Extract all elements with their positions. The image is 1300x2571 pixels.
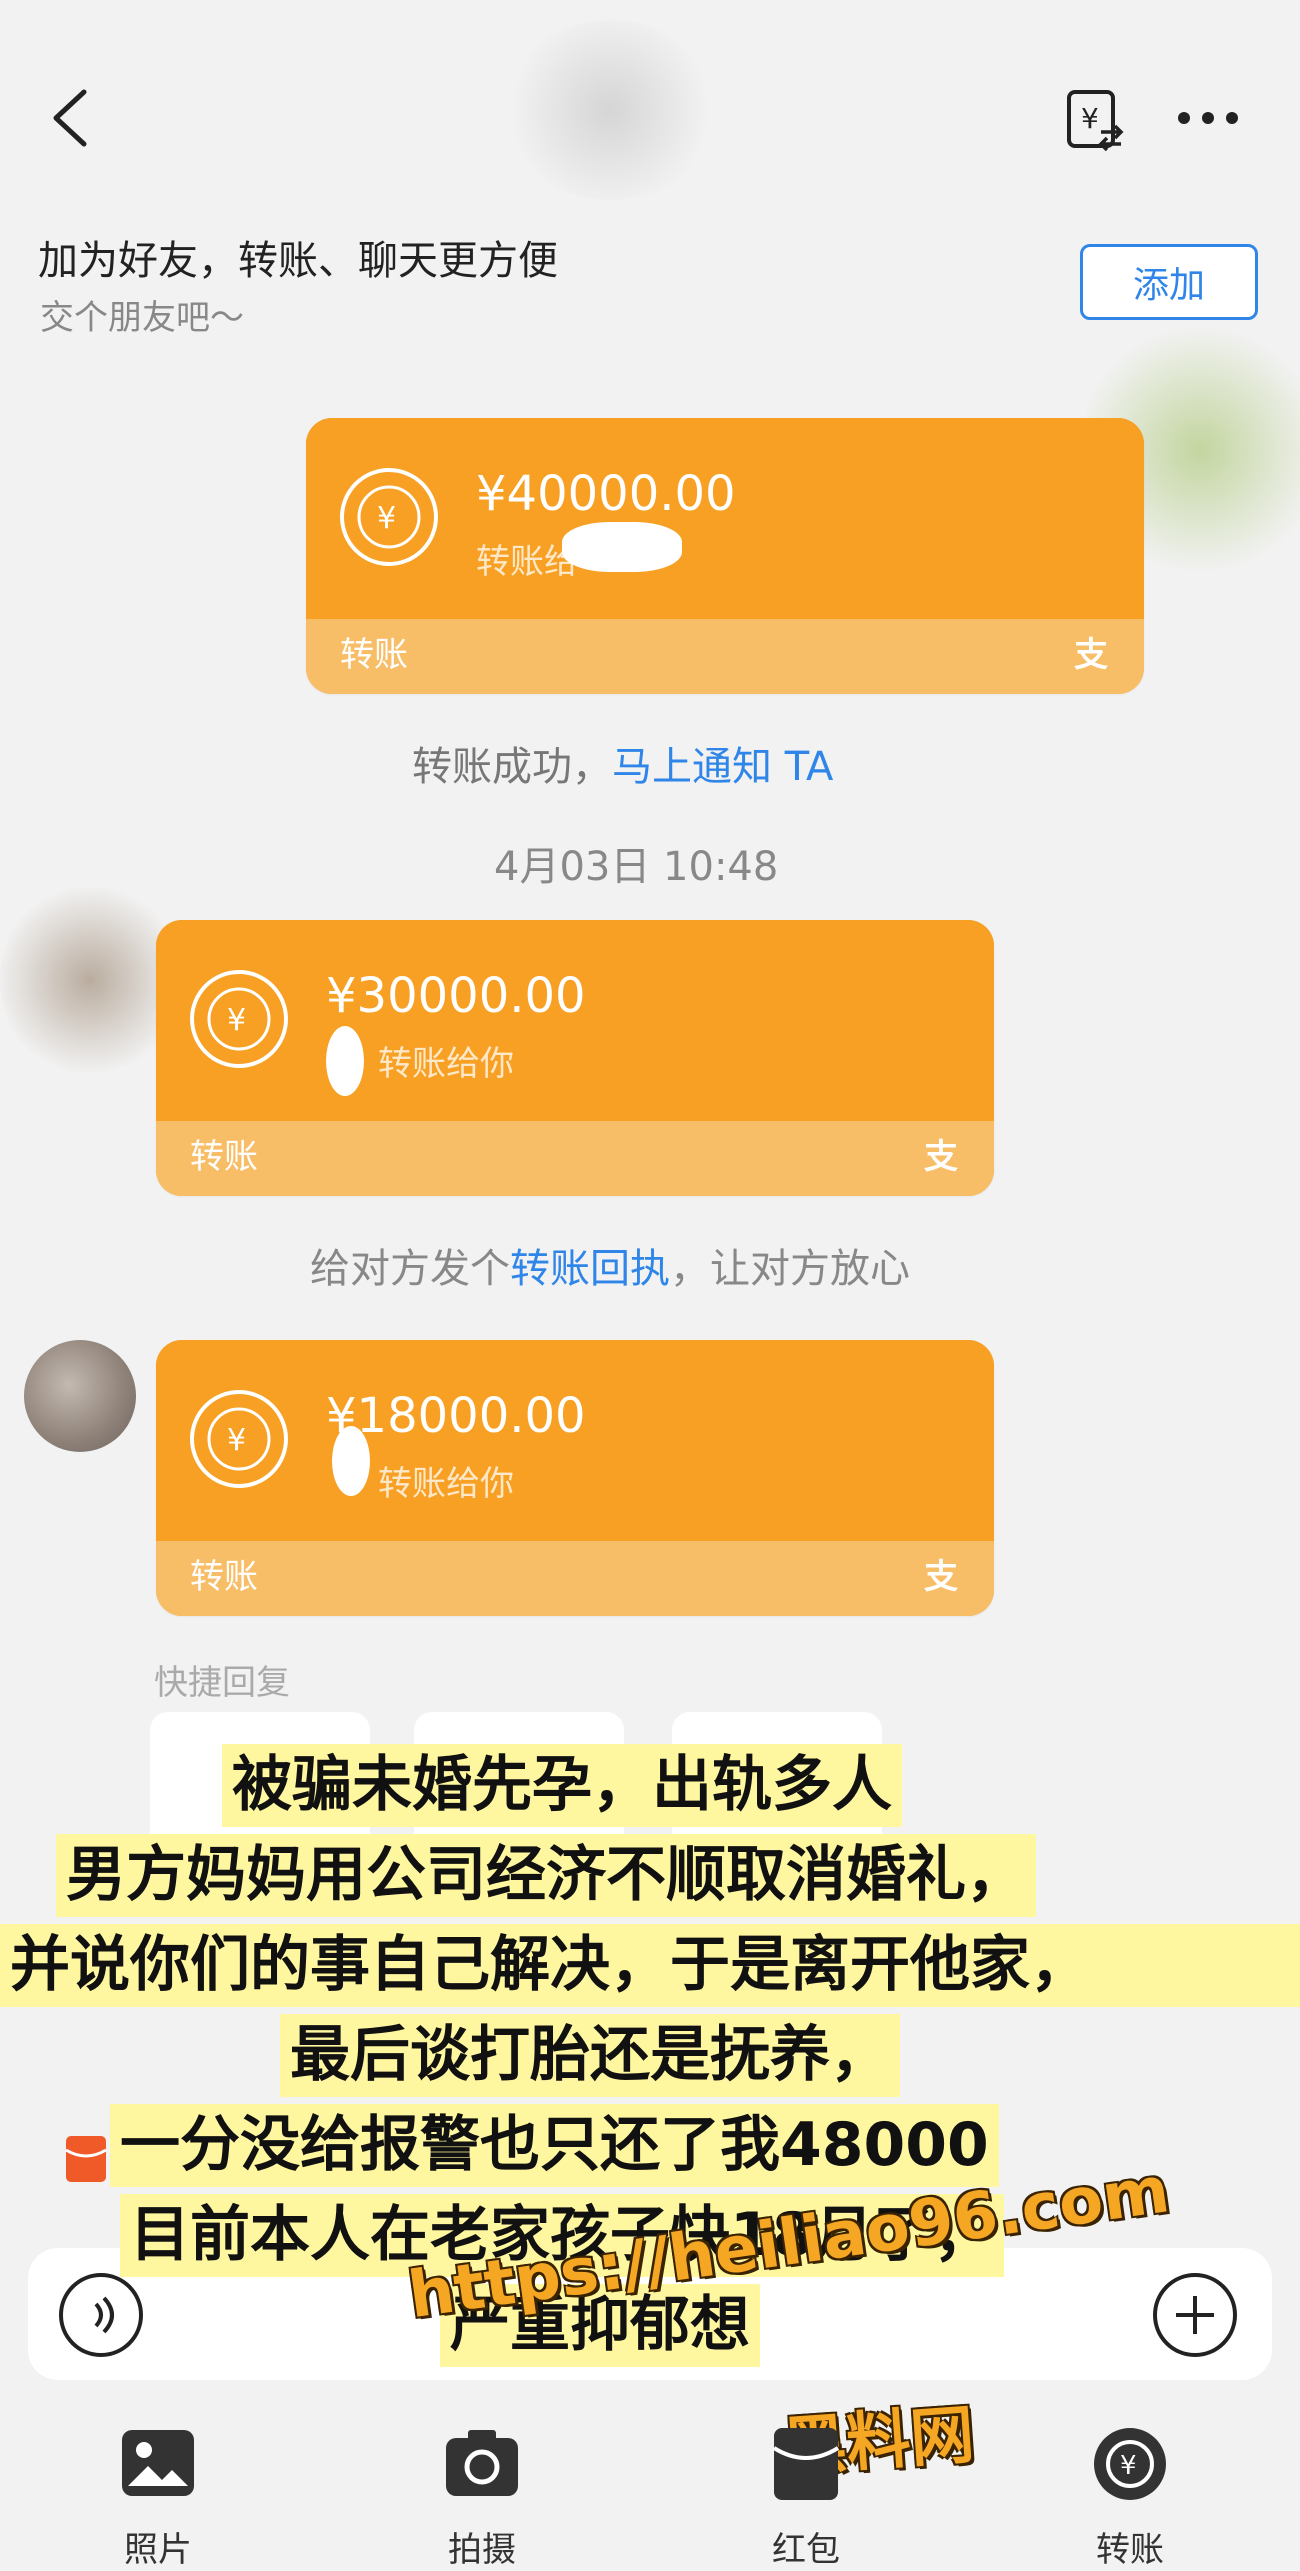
add-friend-title: 加为好友，转账、聊天更方便 xyxy=(38,238,558,284)
svg-text:¥: ¥ xyxy=(227,1423,246,1458)
quick-reply-label: 快捷回复 xyxy=(154,1663,290,1703)
toolbar-transfer[interactable]: ¥ 转账 xyxy=(1040,2416,1220,2570)
caption-line: 被骗未婚先孕，出轨多人 xyxy=(222,1744,902,1827)
alipay-icon: 支 xyxy=(1074,635,1108,675)
back-icon[interactable] xyxy=(48,88,92,148)
transfer-icon[interactable]: ¥ xyxy=(1065,88,1125,152)
toolbar-red-packet[interactable]: 红包 xyxy=(716,2416,896,2570)
svg-text:¥: ¥ xyxy=(1120,2451,1137,2481)
red-packet-icon xyxy=(772,2428,840,2500)
transfer-label: 转账 xyxy=(190,1557,258,1597)
transfer-note: 转账给你 xyxy=(378,1464,514,1504)
toolbar-photo[interactable]: 照片 xyxy=(68,2416,248,2570)
alipay-icon: 支 xyxy=(924,1557,958,1597)
toolbar-label: 照片 xyxy=(124,2530,192,2570)
transfer-yuan-icon: ¥ xyxy=(190,1390,288,1488)
caption-line: 男方妈妈用公司经济不顺取消婚礼， xyxy=(56,1834,1036,1917)
caption-line: 并说你们的事自己解决，于是离开他家， xyxy=(0,1924,1300,2007)
transfer-success-notice: 转账成功，马上通知 TA xyxy=(412,734,833,792)
toolbar-label: 转账 xyxy=(1096,2530,1164,2570)
redaction-mark xyxy=(562,522,682,572)
redaction-mark xyxy=(326,1026,364,1096)
photo-icon xyxy=(122,2430,194,2496)
timestamp: 4月03日 10:48 xyxy=(494,844,779,890)
notice-text: 转账成功， xyxy=(412,744,612,790)
notice-text: 给对方发个 xyxy=(310,1246,510,1292)
transfer-note: 转账给你 xyxy=(378,1044,514,1084)
transfer-card[interactable]: ¥ ¥18000.00 转账给你 转账 支 xyxy=(156,1340,994,1616)
caption-line: 最后谈打胎还是抚养， xyxy=(280,2014,900,2097)
receipt-link[interactable]: 转账回执 xyxy=(510,1246,670,1292)
transfer-yuan-icon: ¥ xyxy=(190,970,288,1068)
red-packet-icon[interactable] xyxy=(64,2134,108,2184)
transfer-label: 转账 xyxy=(340,635,408,675)
notify-link[interactable]: 马上通知 TA xyxy=(612,744,833,790)
more-icon[interactable] xyxy=(1172,98,1244,138)
blur-patch xyxy=(0,880,180,1080)
alipay-icon: 支 xyxy=(924,1137,958,1177)
caption-line: 一分没给报警也只还了我48000 xyxy=(110,2104,999,2187)
avatar[interactable] xyxy=(24,1340,136,1452)
transfer-icon: ¥ xyxy=(1094,2428,1166,2500)
transfer-yuan-icon: ¥ xyxy=(340,468,438,566)
plus-icon[interactable] xyxy=(1150,2270,1240,2360)
add-friend-subtitle: 交个朋友吧～ xyxy=(40,298,244,338)
add-friend-button[interactable]: 添加 xyxy=(1080,244,1258,320)
toolbar-camera[interactable]: 拍摄 xyxy=(392,2416,572,2570)
transfer-amount: ¥18000.00 xyxy=(326,1388,586,1444)
svg-text:¥: ¥ xyxy=(227,1003,246,1038)
transfer-amount: ¥40000.00 xyxy=(476,466,736,522)
transfer-amount: ¥30000.00 xyxy=(326,968,586,1024)
transfer-card[interactable]: ¥ ¥40000.00 转账给 转账 支 xyxy=(306,418,1144,694)
toolbar-label: 拍摄 xyxy=(448,2530,516,2570)
svg-text:¥: ¥ xyxy=(1081,102,1099,135)
notice-text: ，让对方放心 xyxy=(670,1246,910,1292)
receipt-notice: 给对方发个转账回执，让对方放心 xyxy=(310,1236,910,1294)
svg-text:¥: ¥ xyxy=(377,501,396,536)
transfer-label: 转账 xyxy=(190,1137,258,1177)
toolbar-label: 红包 xyxy=(772,2530,840,2570)
voice-icon[interactable] xyxy=(56,2270,146,2360)
transfer-card[interactable]: ¥ ¥30000.00 转账给你 转账 支 xyxy=(156,920,994,1196)
camera-icon xyxy=(446,2430,518,2496)
redaction-mark xyxy=(332,1426,370,1496)
blur-patch xyxy=(500,20,720,200)
